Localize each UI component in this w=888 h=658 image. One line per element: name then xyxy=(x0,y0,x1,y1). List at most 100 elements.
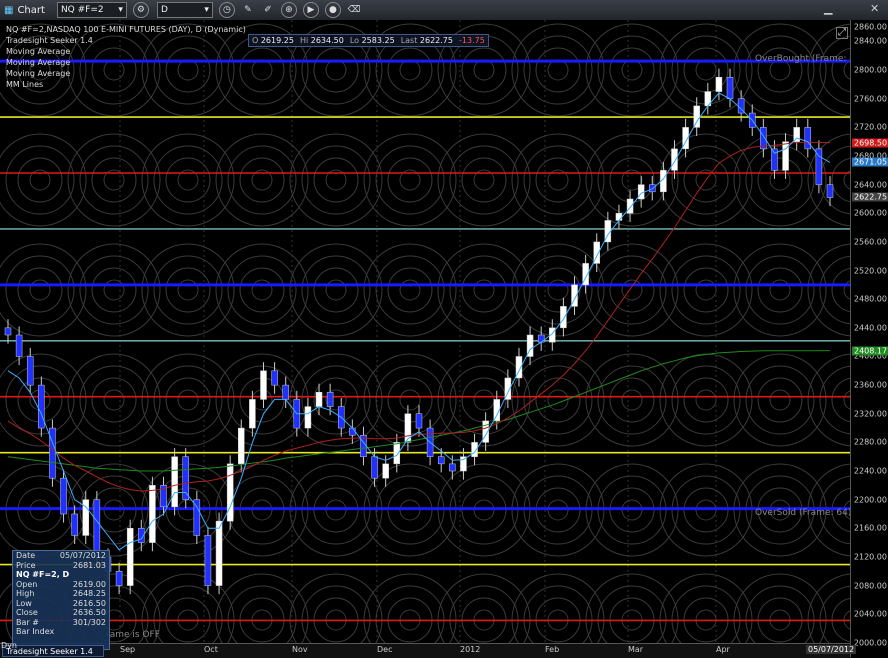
price-candle xyxy=(249,399,256,429)
price-candle xyxy=(115,571,123,586)
time-frame-circle xyxy=(523,585,593,650)
chart-tab[interactable]: ▦ Chart xyxy=(4,5,45,16)
price-tick-label: 2160.00 xyxy=(853,523,887,533)
legend-item[interactable]: Moving Average xyxy=(6,46,246,57)
time-frame-circle xyxy=(91,267,137,313)
minimize-icon[interactable]: ▁ xyxy=(824,2,832,15)
overbought-label: OverBought (Frame: 64) xyxy=(755,54,865,64)
price-candle xyxy=(371,456,378,479)
record-icon[interactable]: ● xyxy=(324,2,341,18)
legend-item[interactable]: NQ #F=2,NASDAQ 100 E-MINI FUTURES (DAY),… xyxy=(6,24,246,35)
price-candle xyxy=(282,384,289,400)
time-frame-circle xyxy=(523,365,593,435)
time-frame-circle xyxy=(301,365,371,435)
eraser-icon[interactable]: ⌫ xyxy=(347,3,361,17)
chevron-down-icon: ▾ xyxy=(118,5,123,15)
price-marker-badge: 2698.50 xyxy=(852,138,888,148)
symbol-select[interactable]: NQ #F=2 ▾ xyxy=(56,2,127,18)
price-tick-label: 2480.00 xyxy=(853,294,887,304)
time-frame-circle xyxy=(313,267,359,313)
price-marker-badge: 2671.05 xyxy=(852,157,888,167)
high-value: 2634.50 xyxy=(310,36,344,45)
legend-item[interactable]: Moving Average xyxy=(6,68,246,79)
price-tick-label: 2860.00 xyxy=(853,22,887,32)
time-frame-circle xyxy=(535,157,581,203)
time-frame-circle xyxy=(239,157,285,203)
price-tick-label: 2520.00 xyxy=(853,266,887,276)
moving-average-slow-line xyxy=(7,141,831,492)
time-frame-circle xyxy=(289,243,383,337)
time-frame-circle xyxy=(831,377,850,423)
play-icon[interactable]: ▶ xyxy=(302,2,319,18)
data-window-value: 2636.50 xyxy=(72,608,106,617)
last-label: Last xyxy=(400,36,418,45)
zoom-icon[interactable]: ⊕ xyxy=(280,2,297,18)
expand-icon[interactable]: ⤢ xyxy=(836,27,848,39)
period-select[interactable]: D ▾ xyxy=(156,2,213,18)
time-frame-circle xyxy=(67,243,161,337)
data-window-key: Low xyxy=(16,598,32,608)
price-candle xyxy=(382,463,389,479)
brush-icon[interactable]: ✐ xyxy=(261,3,275,17)
price-candle xyxy=(404,413,412,443)
price-tick-label: 2320.00 xyxy=(853,409,887,419)
time-frame-circle xyxy=(375,145,445,215)
time-frame-circle xyxy=(239,47,285,93)
time-frame-circle xyxy=(363,243,457,337)
clock-icon[interactable]: ◷ xyxy=(218,2,235,18)
time-frame-circle xyxy=(671,585,741,650)
price-chart[interactable] xyxy=(0,20,850,650)
time-frame-circle xyxy=(695,389,717,411)
time-frame-circle xyxy=(375,255,445,325)
time-frame-circle xyxy=(141,243,235,337)
time-axis[interactable]: Sep Oct Nov Dec 2012 Feb Mar Apr xyxy=(0,643,850,658)
time-frame-circle xyxy=(141,353,235,447)
time-frame-circle xyxy=(103,389,125,411)
time-frame-circle xyxy=(807,573,850,650)
time-frame-circle xyxy=(239,267,285,313)
legend-item[interactable]: MM Lines xyxy=(6,79,246,90)
time-frame-circle xyxy=(597,585,667,650)
legend-item[interactable]: Moving Average xyxy=(6,57,246,68)
indicator-tag: Tradesight Seeker 1.4 xyxy=(2,645,104,657)
time-frame-circle xyxy=(535,47,581,93)
price-candle xyxy=(804,127,812,150)
price-candle xyxy=(238,427,245,465)
time-tick-label: Feb xyxy=(545,645,560,654)
pencil-icon[interactable]: ✎ xyxy=(241,3,255,17)
price-candle xyxy=(60,477,67,515)
price-candle xyxy=(393,442,401,465)
price-candle xyxy=(149,485,156,543)
time-frame-circle xyxy=(375,585,445,650)
time-frame-circle xyxy=(153,255,223,325)
price-tick-label: 2080.00 xyxy=(853,581,887,591)
time-frame-circle xyxy=(473,279,495,301)
price-candle xyxy=(326,392,334,407)
data-window-value: 2648.25 xyxy=(72,589,106,598)
time-frame-circle xyxy=(609,267,655,313)
time-frame-circle xyxy=(301,145,371,215)
time-frame-circle xyxy=(313,47,359,93)
price-candle xyxy=(649,184,656,193)
close-icon[interactable]: ✕ xyxy=(870,2,879,15)
price-candle xyxy=(615,213,623,221)
price-candle xyxy=(782,141,789,171)
time-frame-circle xyxy=(473,59,495,81)
time-frame-circle xyxy=(387,267,433,313)
time-frame-circle xyxy=(227,585,297,650)
legend-item[interactable]: Tradesight Seeker 1.4 xyxy=(6,35,246,46)
time-frame-circle xyxy=(621,59,643,81)
time-frame-circle xyxy=(251,59,273,81)
time-frame-circle xyxy=(745,145,815,215)
time-frame-circle xyxy=(831,157,850,203)
time-frame-circle xyxy=(523,255,593,325)
price-axis[interactable]: 2860.00 2840.00 2800.00 2760.00 2720.00 2680.… xyxy=(850,20,888,657)
data-window-row: Low 2616.50 xyxy=(13,599,109,609)
time-frame-circle xyxy=(769,279,791,301)
price-candle xyxy=(71,513,78,536)
chart-toolbar: ▦ Chart NQ #F=2 ▾ ⚙ D ▾ ◷ ✎ ✐ ⊕ ▶ ● ⌫ ▁ … xyxy=(0,0,888,21)
settings-icon[interactable]: ⚙ xyxy=(132,2,149,18)
time-frame-circle xyxy=(289,353,383,447)
price-candle xyxy=(26,356,34,386)
time-frame-circle xyxy=(757,267,803,313)
